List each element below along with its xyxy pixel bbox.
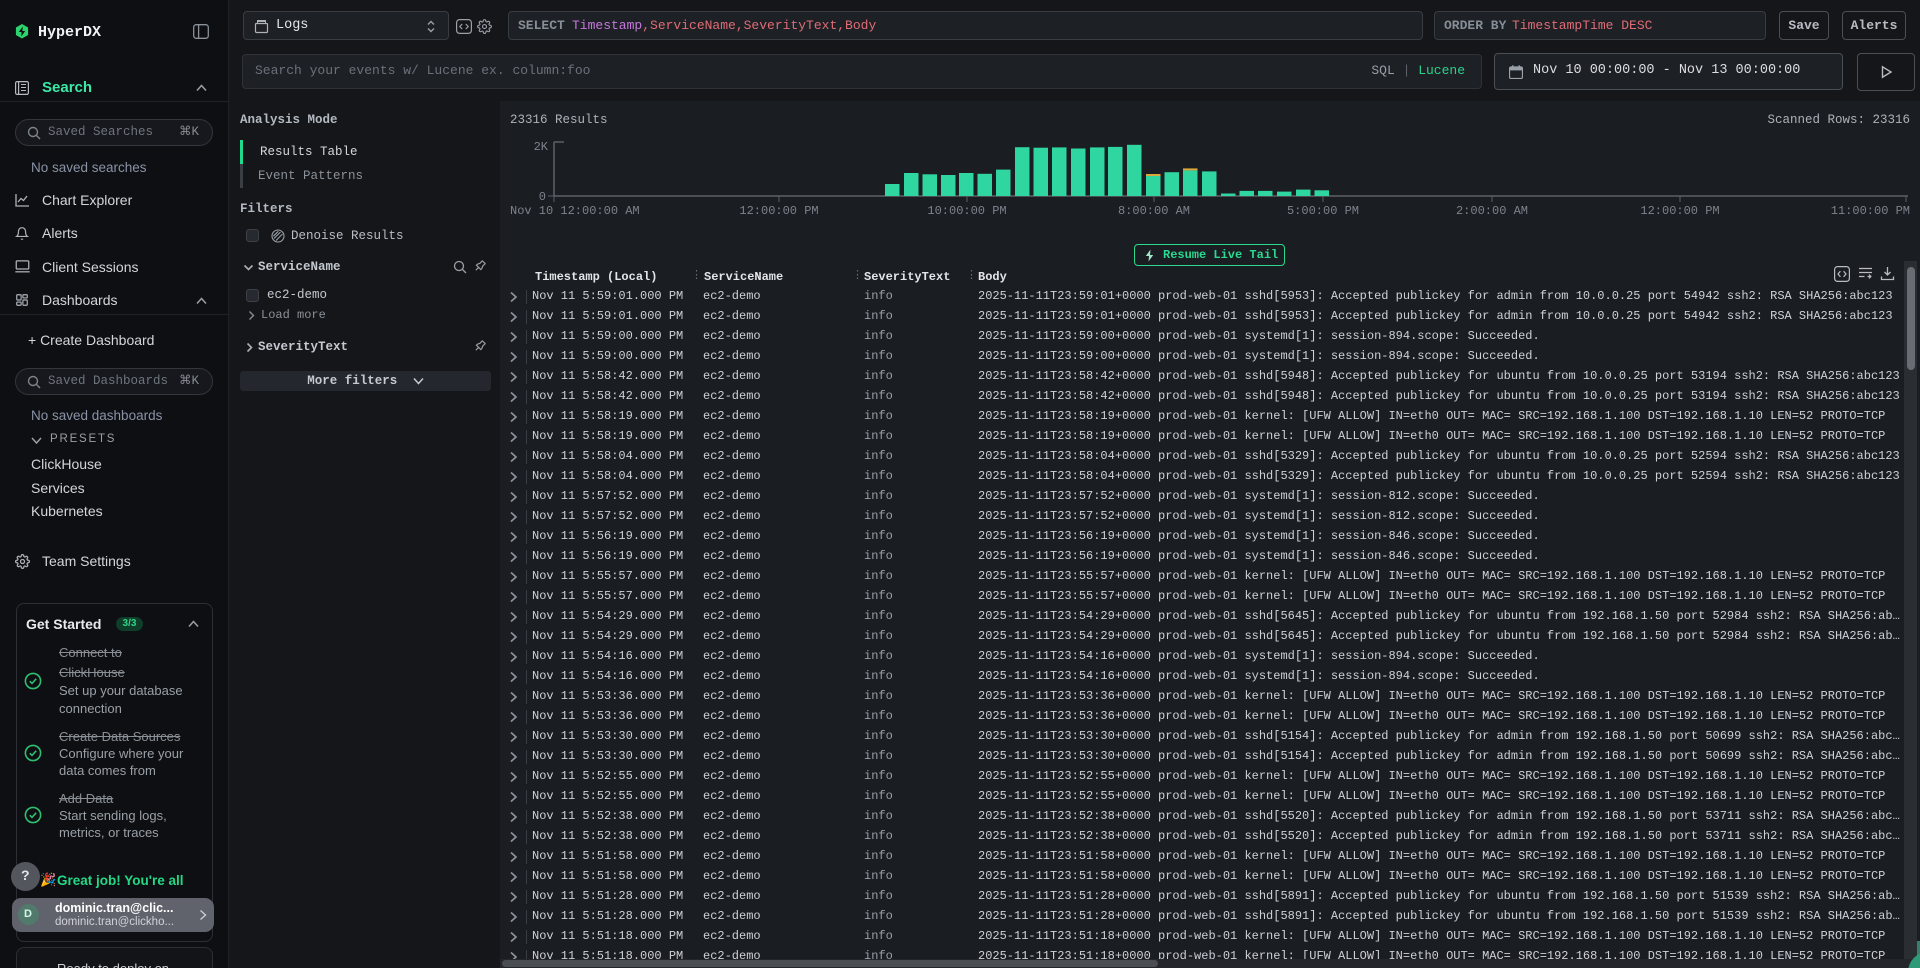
svg-text:8:00:00 AM: 8:00:00 AM bbox=[1118, 204, 1190, 218]
svg-text:5:00:00 PM: 5:00:00 PM bbox=[1287, 204, 1359, 218]
svg-text:12:00:00 PM: 12:00:00 PM bbox=[739, 204, 818, 218]
svg-text:Nov 10 12:00:00 AM: Nov 10 12:00:00 AM bbox=[510, 204, 640, 218]
svg-text:2K: 2K bbox=[534, 140, 549, 154]
svg-text:2:00:00 AM: 2:00:00 AM bbox=[1456, 204, 1528, 218]
svg-text:12:00:00 PM: 12:00:00 PM bbox=[1640, 204, 1719, 218]
svg-text:11:00:00 PM: 11:00:00 PM bbox=[1831, 204, 1910, 218]
svg-text:0: 0 bbox=[539, 190, 546, 204]
svg-text:10:00:00 PM: 10:00:00 PM bbox=[927, 204, 1006, 218]
